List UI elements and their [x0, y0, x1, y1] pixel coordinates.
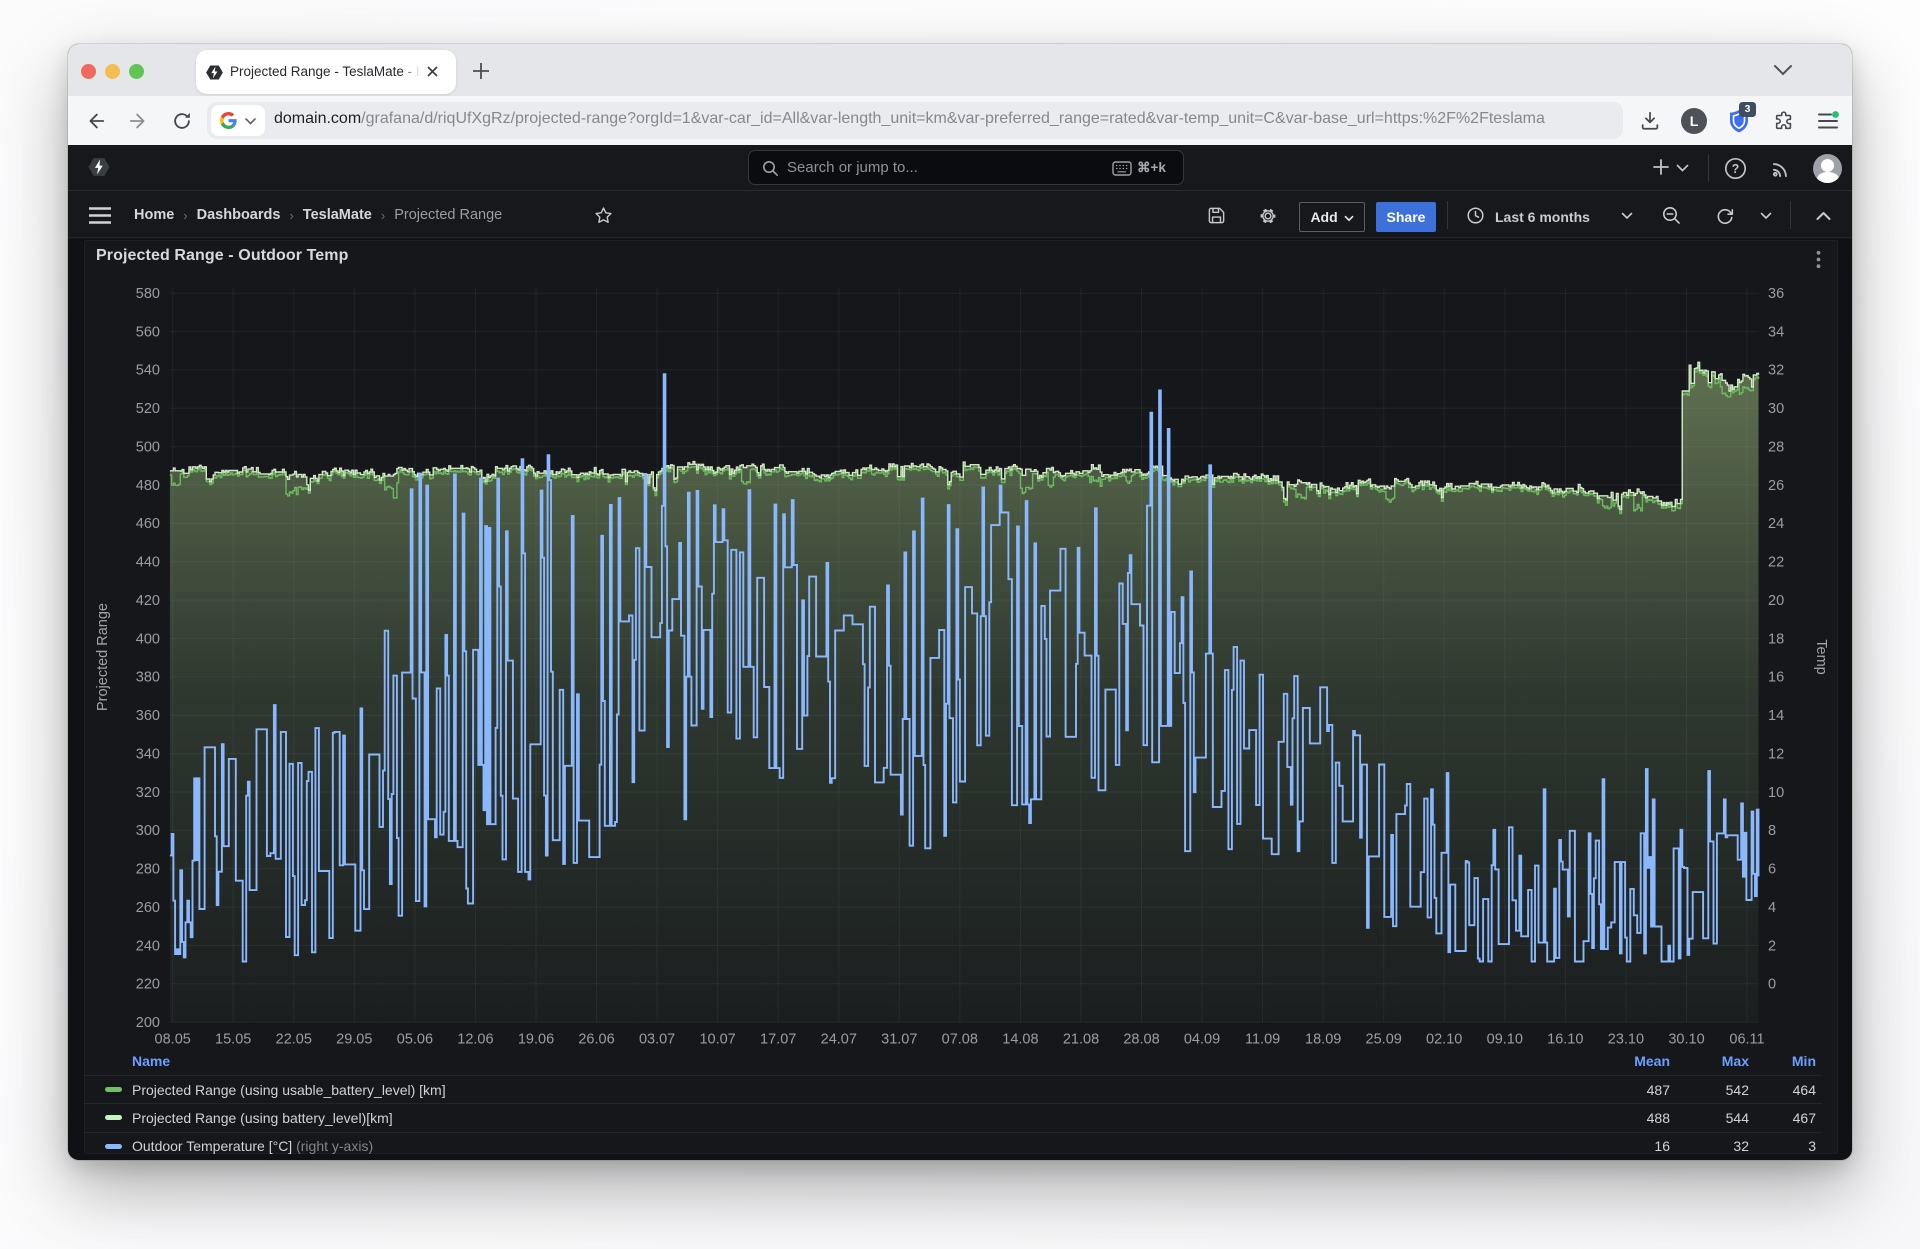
svg-text:32: 32 — [1768, 363, 1784, 379]
svg-text:20: 20 — [1768, 593, 1784, 609]
svg-text:460: 460 — [136, 516, 160, 532]
svg-text:30: 30 — [1768, 401, 1784, 417]
svg-text:4: 4 — [1768, 900, 1776, 916]
svg-text:340: 340 — [136, 746, 160, 762]
svg-text:320: 320 — [136, 785, 160, 801]
svg-text:300: 300 — [136, 823, 160, 839]
svg-text:03.07: 03.07 — [639, 1032, 675, 1048]
svg-text:8: 8 — [1768, 823, 1776, 839]
svg-text:?: ? — [1732, 162, 1740, 176]
svg-text:12: 12 — [1768, 746, 1784, 762]
svg-text:10.07: 10.07 — [699, 1032, 735, 1048]
svg-text:0: 0 — [1768, 977, 1776, 993]
svg-text:19.06: 19.06 — [518, 1032, 554, 1048]
svg-text:200: 200 — [136, 1015, 160, 1031]
svg-text:14.08: 14.08 — [1002, 1032, 1038, 1048]
svg-text:12.06: 12.06 — [457, 1032, 493, 1048]
svg-text:240: 240 — [136, 938, 160, 954]
svg-text:Temp: Temp — [1813, 639, 1829, 674]
svg-text:360: 360 — [136, 708, 160, 724]
svg-text:31.07: 31.07 — [881, 1032, 917, 1048]
svg-text:34: 34 — [1768, 324, 1784, 340]
svg-text:18.09: 18.09 — [1305, 1032, 1341, 1048]
svg-text:04.09: 04.09 — [1184, 1032, 1220, 1048]
svg-text:580: 580 — [136, 286, 160, 302]
svg-text:18: 18 — [1768, 631, 1784, 647]
svg-text:280: 280 — [136, 862, 160, 878]
svg-text:22.05: 22.05 — [276, 1032, 312, 1048]
svg-text:220: 220 — [136, 977, 160, 993]
svg-text:24.07: 24.07 — [821, 1032, 857, 1048]
svg-text:6: 6 — [1768, 862, 1776, 878]
svg-text:14: 14 — [1768, 708, 1784, 724]
svg-text:26: 26 — [1768, 478, 1784, 494]
svg-text:22: 22 — [1768, 555, 1784, 571]
svg-text:400: 400 — [136, 631, 160, 647]
svg-text:25.09: 25.09 — [1366, 1032, 1402, 1048]
svg-text:520: 520 — [136, 401, 160, 417]
svg-text:30.10: 30.10 — [1668, 1032, 1704, 1048]
svg-text:26.06: 26.06 — [578, 1032, 614, 1048]
svg-text:2: 2 — [1768, 938, 1776, 954]
svg-text:21.08: 21.08 — [1063, 1032, 1099, 1048]
svg-text:06.11: 06.11 — [1729, 1032, 1764, 1048]
svg-text:07.08: 07.08 — [942, 1032, 978, 1048]
svg-text:05.06: 05.06 — [397, 1032, 433, 1048]
svg-text:16: 16 — [1768, 670, 1784, 686]
svg-text:500: 500 — [136, 440, 160, 456]
svg-text:24: 24 — [1768, 516, 1784, 532]
svg-text:29.05: 29.05 — [336, 1032, 372, 1048]
svg-text:420: 420 — [136, 593, 160, 609]
svg-text:28: 28 — [1768, 440, 1784, 456]
svg-text:10: 10 — [1768, 785, 1784, 801]
svg-text:Projected Range: Projected Range — [95, 603, 111, 711]
svg-text:36: 36 — [1768, 286, 1784, 302]
svg-text:11.09: 11.09 — [1245, 1032, 1280, 1048]
svg-text:560: 560 — [136, 324, 160, 340]
svg-text:480: 480 — [136, 478, 160, 494]
svg-text:440: 440 — [136, 555, 160, 571]
svg-text:15.05: 15.05 — [215, 1032, 251, 1048]
svg-text:260: 260 — [136, 900, 160, 916]
svg-text:380: 380 — [136, 670, 160, 686]
svg-text:09.10: 09.10 — [1487, 1032, 1523, 1048]
svg-text:02.10: 02.10 — [1426, 1032, 1462, 1048]
svg-text:16.10: 16.10 — [1547, 1032, 1583, 1048]
svg-text:08.05: 08.05 — [155, 1032, 191, 1048]
svg-text:540: 540 — [136, 363, 160, 379]
svg-text:23.10: 23.10 — [1608, 1032, 1644, 1048]
svg-text:28.08: 28.08 — [1123, 1032, 1159, 1048]
svg-text:17.07: 17.07 — [760, 1032, 796, 1048]
